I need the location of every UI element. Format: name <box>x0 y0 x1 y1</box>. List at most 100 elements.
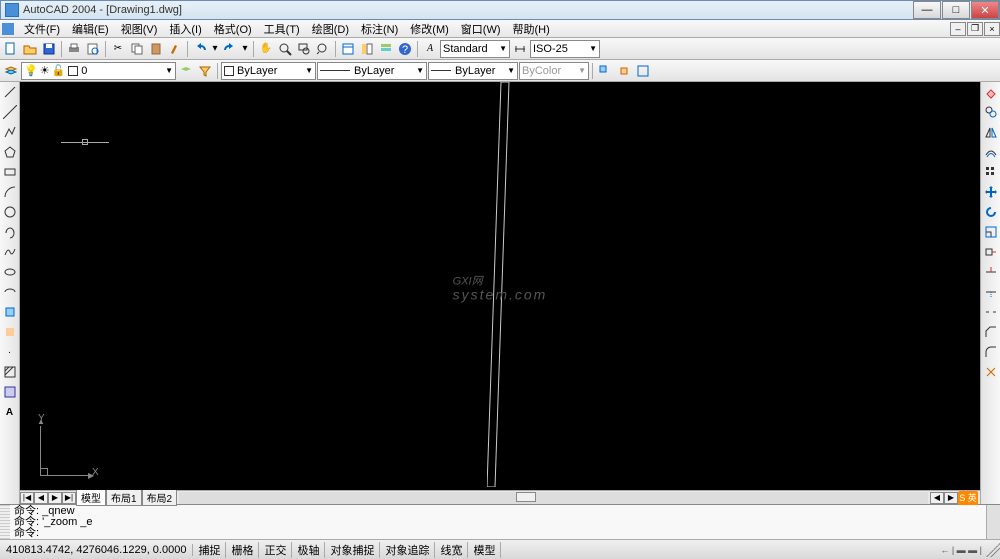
match-icon[interactable] <box>166 40 184 58</box>
model-toggle[interactable]: 模型 <box>468 542 501 558</box>
lineweight-dropdown[interactable]: ByLayer▼ <box>428 62 518 80</box>
tab-nav-last[interactable]: ▶| <box>62 492 76 504</box>
preview-icon[interactable] <box>84 40 102 58</box>
tab-layout1[interactable]: 布局1 <box>106 489 142 506</box>
cut-icon[interactable]: ✂ <box>109 40 127 58</box>
props-icon[interactable] <box>339 40 357 58</box>
paste-icon[interactable] <box>147 40 165 58</box>
mtext-icon[interactable]: A <box>1 403 19 421</box>
insert-icon[interactable] <box>1 303 19 321</box>
command-grip[interactable] <box>0 505 10 539</box>
move-icon[interactable] <box>982 183 1000 201</box>
print-icon[interactable] <box>65 40 83 58</box>
tab-nav-prev[interactable]: ◀ <box>34 492 48 504</box>
menu-dim[interactable]: 标注(N) <box>355 21 404 37</box>
menu-view[interactable]: 视图(V) <box>115 21 164 37</box>
menu-insert[interactable]: 插入(I) <box>163 21 207 37</box>
doc-restore-button[interactable]: ❐ <box>967 22 983 36</box>
redo-icon[interactable] <box>221 40 239 58</box>
scale-icon[interactable] <box>982 223 1000 241</box>
layer-props-icon[interactable] <box>2 62 20 80</box>
menu-draw[interactable]: 绘图(D) <box>306 21 355 37</box>
copy-icon[interactable] <box>128 40 146 58</box>
tab-nav-first[interactable]: |◀ <box>20 492 34 504</box>
ortho-toggle[interactable]: 正交 <box>259 542 292 558</box>
revcloud-icon[interactable] <box>1 223 19 241</box>
lwt-toggle[interactable]: 线宽 <box>435 542 468 558</box>
menu-file[interactable]: 文件(F) <box>18 21 66 37</box>
break-icon[interactable] <box>982 303 1000 321</box>
erase-icon[interactable] <box>982 83 1000 101</box>
menu-window[interactable]: 窗口(W) <box>455 21 507 37</box>
command-vscroll[interactable] <box>986 505 1000 539</box>
design-center-icon[interactable] <box>358 40 376 58</box>
mirror-icon[interactable] <box>982 123 1000 141</box>
insert-block-icon[interactable] <box>596 62 614 80</box>
ellipse-arc-icon[interactable] <box>1 283 19 301</box>
tab-nav-next[interactable]: ▶ <box>48 492 62 504</box>
pline-icon[interactable] <box>1 123 19 141</box>
hscroll-right[interactable]: ▶ <box>944 492 958 504</box>
menu-format[interactable]: 格式(O) <box>208 21 258 37</box>
close-button[interactable]: ✕ <box>971 1 999 19</box>
text-style-dropdown[interactable]: Standard▼ <box>440 40 510 58</box>
layer-prev-icon[interactable] <box>177 62 195 80</box>
zoom-prev-icon[interactable] <box>314 40 332 58</box>
point-icon[interactable]: · <box>1 343 19 361</box>
otrack-toggle[interactable]: 对象追踪 <box>380 542 435 558</box>
circle-icon[interactable] <box>1 203 19 221</box>
tool-palette-icon[interactable] <box>377 40 395 58</box>
doc-close-button[interactable]: × <box>984 22 1000 36</box>
explode-icon[interactable] <box>982 363 1000 381</box>
trim-icon[interactable] <box>982 263 1000 281</box>
command-window[interactable]: 命令: _qnew 命令: '_zoom _e 命令: <box>0 504 1000 539</box>
copy-obj-icon[interactable] <box>982 103 1000 121</box>
snap-toggle[interactable]: 捕捉 <box>193 542 226 558</box>
grid-toggle[interactable]: 栅格 <box>226 542 259 558</box>
zoom-win-icon[interactable] <box>295 40 313 58</box>
tab-layout2[interactable]: 布局2 <box>142 489 178 506</box>
maximize-button[interactable]: □ <box>942 1 970 19</box>
menu-edit[interactable]: 编辑(E) <box>66 21 115 37</box>
makeblock-icon[interactable] <box>1 323 19 341</box>
spline-icon[interactable] <box>1 243 19 261</box>
resize-grip[interactable] <box>986 543 1000 557</box>
open-icon[interactable] <box>21 40 39 58</box>
undo-icon[interactable] <box>191 40 209 58</box>
hatch-icon[interactable] <box>1 363 19 381</box>
polar-toggle[interactable]: 极轴 <box>292 542 325 558</box>
rotate-icon[interactable] <box>982 203 1000 221</box>
linetype-dropdown[interactable]: ByLayer▼ <box>317 62 427 80</box>
hscroll-left[interactable]: ◀ <box>930 492 944 504</box>
command-prompt[interactable]: 命令: <box>14 528 982 539</box>
hscrollbar[interactable] <box>179 492 928 504</box>
undo-dropdown[interactable]: ▾ <box>210 40 220 58</box>
xline-icon[interactable] <box>1 103 19 121</box>
coordinates[interactable]: 410813.4742, 4276046.1229, 0.0000 <box>0 544 193 556</box>
status-tray[interactable]: ← | ▬ ▬ | <box>936 545 986 555</box>
region-icon[interactable] <box>1 383 19 401</box>
osnap-toggle[interactable]: 对象捕捉 <box>325 542 380 558</box>
ime-indicator[interactable]: S 英 <box>958 491 978 505</box>
redo-dropdown[interactable]: ▾ <box>240 40 250 58</box>
menu-tools[interactable]: 工具(T) <box>258 21 306 37</box>
tab-model[interactable]: 模型 <box>76 489 106 506</box>
save-icon[interactable] <box>40 40 58 58</box>
new-icon[interactable] <box>2 40 20 58</box>
help-icon[interactable]: ? <box>396 40 414 58</box>
stretch-icon[interactable] <box>982 243 1000 261</box>
arc-icon[interactable] <box>1 183 19 201</box>
array-icon[interactable] <box>982 163 1000 181</box>
layer-filter-icon[interactable] <box>196 62 214 80</box>
menu-modify[interactable]: 修改(M) <box>404 21 455 37</box>
make-block-icon[interactable] <box>615 62 633 80</box>
dim-style-dropdown[interactable]: ISO-25▼ <box>530 40 600 58</box>
chamfer-icon[interactable] <box>982 323 1000 341</box>
pan-icon[interactable]: ✋ <box>257 40 275 58</box>
zoom-rt-icon[interactable] <box>276 40 294 58</box>
dim-style-icon[interactable] <box>511 40 529 58</box>
menu-help[interactable]: 帮助(H) <box>507 21 556 37</box>
layer-dropdown[interactable]: 💡 ☀ 🔓 0 ▼ <box>21 62 176 80</box>
color-dropdown[interactable]: ByLayer▼ <box>221 62 316 80</box>
block-editor-icon[interactable] <box>634 62 652 80</box>
